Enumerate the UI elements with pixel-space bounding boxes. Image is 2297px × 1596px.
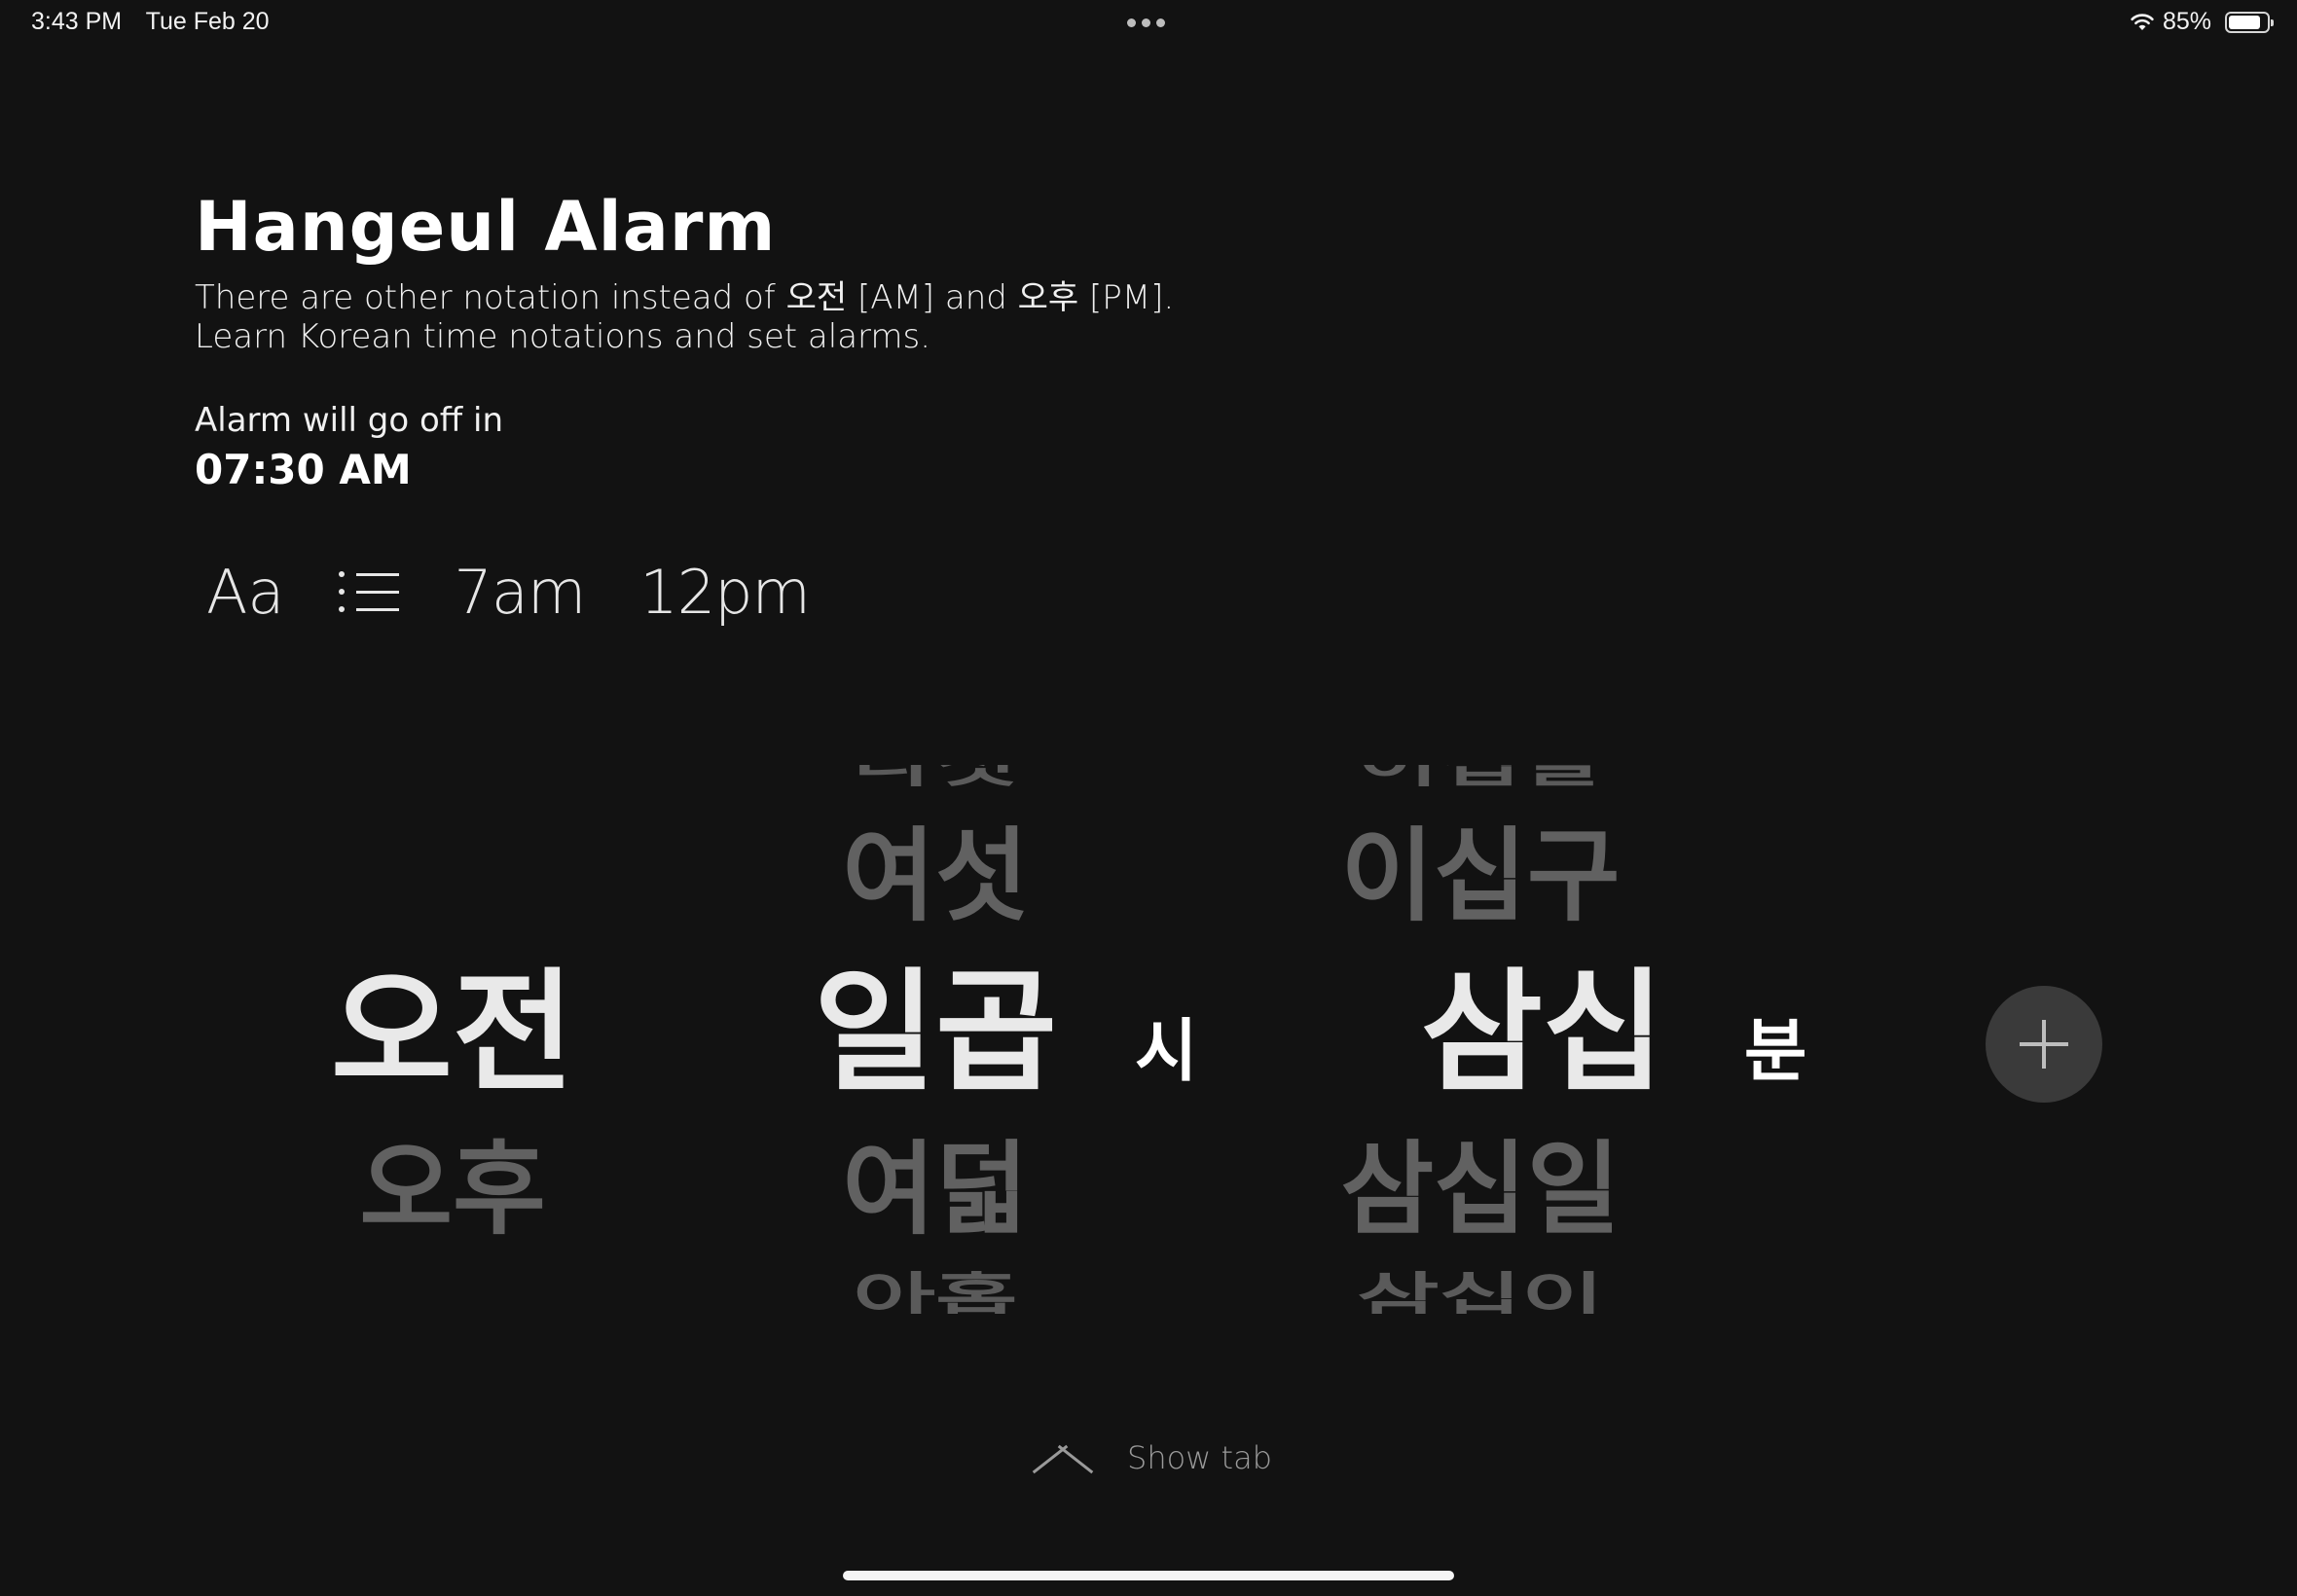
- hour-selected[interactable]: 일곱: [804, 967, 1067, 1100]
- hour-far-below-label: 아홉: [853, 1271, 1018, 1314]
- minute-selected[interactable]: 삼십: [1411, 967, 1674, 1100]
- battery-icon: [2225, 11, 2274, 33]
- description-line-1: There are other notation instead of 오전 […: [195, 278, 1175, 317]
- minute-option-far-above[interactable]: 이십팔: [1291, 765, 1670, 802]
- alarm-time: 07:30 AM: [195, 446, 412, 493]
- minute-option-above[interactable]: 이십구: [1291, 825, 1670, 926]
- status-time: 3:43 PM: [31, 8, 123, 35]
- preset-12pm-button[interactable]: 12pm: [639, 557, 811, 628]
- period-selected[interactable]: 오전: [321, 967, 584, 1100]
- status-bar-right: 85%: [2130, 8, 2274, 36]
- description: There are other notation instead of 오전 […: [195, 278, 1174, 356]
- show-tab-label: Show tab: [1127, 1439, 1272, 1476]
- hour-option-above[interactable]: 여섯: [808, 825, 1063, 926]
- description-line-2: Learn Korean time notations and set alar…: [195, 317, 931, 356]
- minute-far-below-label: 삼십이: [1357, 1271, 1604, 1314]
- toolbar: Aa 7am 12pm: [206, 555, 811, 629]
- minute-option-far-below[interactable]: 삼십이: [1291, 1271, 1670, 1314]
- page-title: Hangeul Alarm: [195, 187, 777, 267]
- minute-far-above-label: 이십팔: [1291, 765, 1670, 789]
- period-option-below[interactable]: 오후: [321, 1139, 584, 1240]
- add-alarm-button[interactable]: [1986, 986, 2102, 1103]
- hour-unit-label: 시: [1135, 1011, 1198, 1091]
- hour-option-below[interactable]: 여덟: [808, 1139, 1063, 1240]
- hour-option-far-below[interactable]: 아홉: [808, 1271, 1063, 1314]
- status-bar-left: 3:43 PM Tue Feb 20: [31, 8, 287, 36]
- show-tab-button[interactable]: Show tab: [1032, 1429, 1272, 1487]
- minute-option-below[interactable]: 삼십일: [1291, 1139, 1670, 1240]
- minute-unit-label: 분: [1744, 1011, 1807, 1091]
- font-toggle-button[interactable]: Aa: [206, 557, 284, 628]
- hour-far-above-label: 다섯: [808, 765, 1063, 789]
- battery-percent: 85%: [2162, 8, 2211, 35]
- preset-7am-button[interactable]: 7am: [454, 557, 586, 628]
- alarm-caption: Alarm will go off in: [195, 401, 504, 440]
- status-date: Tue Feb 20: [145, 8, 270, 35]
- battery-level: [2229, 15, 2260, 29]
- hour-option-far-above[interactable]: 다섯: [808, 765, 1063, 802]
- multitasking-dots-icon[interactable]: [1127, 18, 1165, 27]
- chevron-up-icon: [1032, 1438, 1094, 1477]
- wifi-icon: [2131, 13, 2154, 30]
- list-icon[interactable]: [339, 570, 400, 613]
- screen: 3:43 PM Tue Feb 20 85% Hangeul Alarm The…: [0, 0, 2297, 1596]
- home-indicator[interactable]: [843, 1571, 1454, 1580]
